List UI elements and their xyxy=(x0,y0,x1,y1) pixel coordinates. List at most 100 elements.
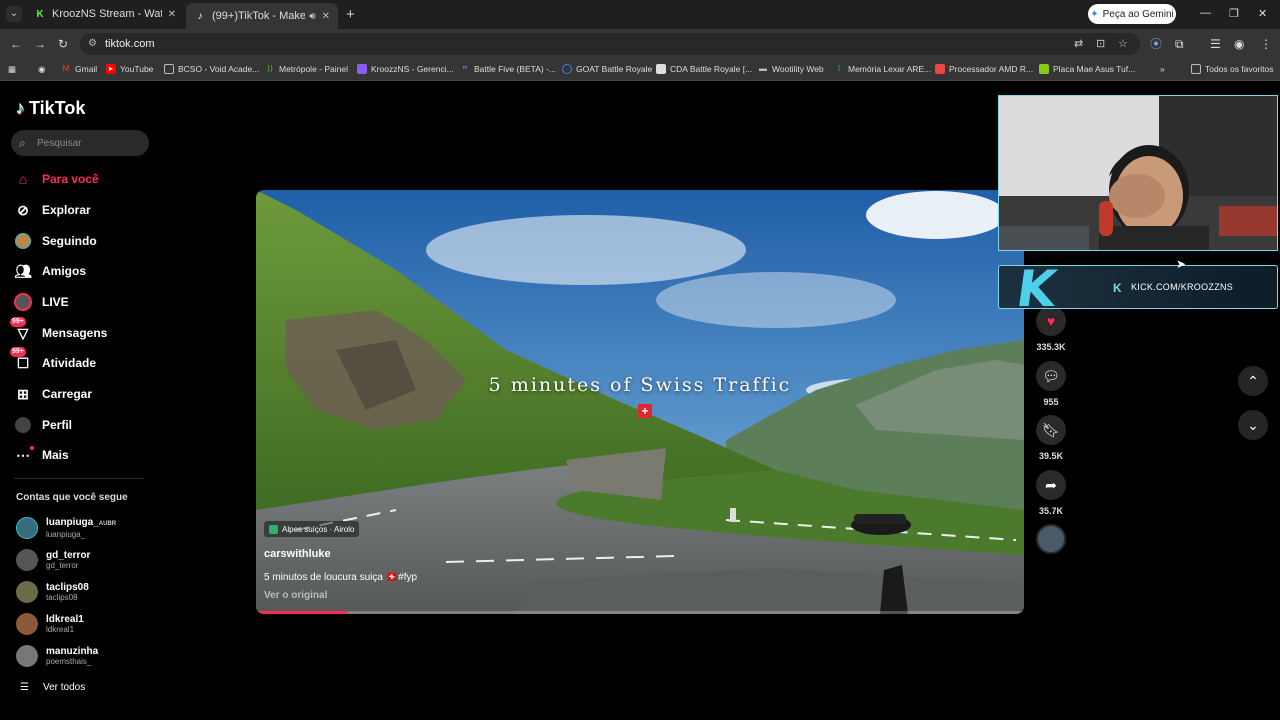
search-input[interactable] xyxy=(37,135,142,151)
bookmark-amd[interactable]: Processador AMD R... xyxy=(935,64,1033,74)
live-icon xyxy=(14,293,32,311)
profile-avatar-icon xyxy=(14,416,32,434)
back-icon[interactable]: ← xyxy=(10,37,22,51)
share-count: 35.7K xyxy=(1038,506,1064,516)
bookmark-battle-five[interactable]: ᵐ Battle Five (BETA) -... xyxy=(460,64,556,74)
video-player[interactable]: 5 minutes of Swiss Traffic + Alpes suíço… xyxy=(256,190,1024,614)
address-bar[interactable]: ⚙ tiktok.com ⇄ ⊡ ☆ xyxy=(80,33,1140,55)
close-icon[interactable]: ✕ xyxy=(168,9,176,20)
see-all-button[interactable]: ☰ Ver todos xyxy=(20,682,85,693)
minimize-icon[interactable]: — xyxy=(1200,7,1211,19)
music-disc-avatar[interactable] xyxy=(1036,524,1066,554)
following-account[interactable]: ldkreal1 ldkreal1 xyxy=(16,610,84,638)
bookmark-lexar[interactable]: ǐ Memória Lexar ARE... xyxy=(834,64,931,74)
bookmark-youtube[interactable]: ▸ YouTube xyxy=(106,64,153,74)
gemini-button[interactable]: ✦ Peça ao Gemini xyxy=(1088,4,1176,24)
following-account[interactable]: gd_terror gd_terror xyxy=(16,546,90,574)
menu-label: Seguindo xyxy=(42,234,97,248)
bookmark-asus[interactable]: Placa Mae Asus Tuf... xyxy=(1039,64,1135,74)
sidebar-item-mensagens[interactable]: ▽ 99+ Mensagens xyxy=(10,317,107,345)
divider xyxy=(14,478,144,479)
install-app-icon[interactable]: ⊡ xyxy=(1096,37,1105,50)
bookmark-wootility[interactable]: ▬ Wootility Web xyxy=(758,64,824,74)
kick-logo-icon: K xyxy=(1012,265,1060,309)
sidebar-item-mais[interactable]: ⋯ Mais xyxy=(14,443,69,467)
tab-search-button[interactable]: ⌄ xyxy=(6,6,22,22)
youtube-icon: ▸ xyxy=(106,64,116,74)
comment-button[interactable]: 💬︎ 955 xyxy=(1036,361,1066,407)
following-avatar-icon xyxy=(14,232,32,250)
sidebar-item-perfil[interactable]: Perfil xyxy=(14,413,72,437)
account-name: luanpiuga_AUBR xyxy=(46,516,117,528)
sidebar-item-seguindo[interactable]: Seguindo xyxy=(14,229,97,253)
extension-audio-icon[interactable]: ⦿ xyxy=(1150,37,1162,51)
forward-icon[interactable]: → xyxy=(34,37,46,51)
browser-menu-icon[interactable]: ⋮ xyxy=(1260,37,1272,51)
tab-kick-stream[interactable]: K KroozNS Stream - Watch Live ✕ xyxy=(26,3,184,25)
bookmark-bcso[interactable]: BCSO - Void Acade... xyxy=(164,64,259,74)
all-favorites[interactable]: Todos os favoritos xyxy=(1191,64,1274,74)
bookmark-cda[interactable]: CDA Battle Royale [... xyxy=(656,64,752,74)
following-account[interactable]: taclips08 taclips08 xyxy=(16,578,89,606)
bookmark-label: BCSO - Void Acade... xyxy=(178,64,260,74)
upload-icon: ⊞ xyxy=(17,385,29,402)
tab-tiktok[interactable]: ♪ (99+)TikTok - Make Your Da 🔊︎ ✕ xyxy=(186,3,338,29)
new-tab-button[interactable]: + xyxy=(346,6,355,23)
following-account[interactable]: luanpiuga_AUBR luanpiuga_ xyxy=(16,514,116,542)
avatar xyxy=(16,517,38,539)
sidebar-item-para-voce[interactable]: ⌂ Para você xyxy=(14,167,99,191)
share-button[interactable]: ➦ 35.7K xyxy=(1036,470,1066,516)
see-original-button[interactable]: Ver o original xyxy=(264,590,327,601)
site-info-icon[interactable]: ⚙ xyxy=(88,38,97,49)
close-icon[interactable]: ✕ xyxy=(322,11,330,22)
sidebar-item-live[interactable]: LIVE xyxy=(14,290,69,314)
following-account[interactable]: manuzinha poemsthais_ xyxy=(16,642,98,670)
tiktok-note-icon: ♪ xyxy=(16,98,25,118)
like-count: 335.3K xyxy=(1036,342,1066,352)
avatar xyxy=(16,581,38,603)
sidebar-item-amigos[interactable]: 👥︎ Amigos xyxy=(14,259,86,283)
extensions-icon[interactable]: ⧉ xyxy=(1175,37,1184,51)
bookmark-star-icon[interactable]: ☆ xyxy=(1118,37,1128,50)
like-button[interactable]: ♥ 335.3K xyxy=(1036,306,1066,352)
battle-five-icon: ᵐ xyxy=(462,64,468,73)
sidebar-item-explorar[interactable]: ⊘ Explorar xyxy=(14,198,91,222)
bookmark-label: Wootility Web xyxy=(772,64,824,74)
url-text: tiktok.com xyxy=(105,38,155,50)
comment-icon: 💬︎ xyxy=(1036,361,1066,391)
chrome-icon[interactable]: ◉ xyxy=(38,64,45,75)
sidebar-item-atividade[interactable]: ☐ 99+ Atividade xyxy=(10,347,96,375)
asus-icon xyxy=(1039,64,1049,74)
account-handle: poemsthais_ xyxy=(46,656,92,666)
chevron-down-icon: ⌄ xyxy=(1247,416,1259,433)
next-video-button[interactable]: ⌄ xyxy=(1238,410,1268,440)
location-tag[interactable]: Alpes suíços · Airolo xyxy=(264,521,360,537)
bookmark-goat[interactable]: GOAT Battle Royale xyxy=(562,64,652,74)
speaker-icon[interactable]: 🔊︎ xyxy=(309,11,315,22)
sidebar-item-carregar[interactable]: ⊞ Carregar xyxy=(14,382,92,406)
bookmark-metropole[interactable]: ⟩⟩ Metrópole - Painel xyxy=(265,64,348,74)
video-frame-scenery xyxy=(256,190,1024,614)
swiss-flag-icon: + xyxy=(638,404,652,418)
more-bookmarks-icon[interactable]: » xyxy=(1160,64,1165,74)
bookmark-gmail[interactable]: M Gmail xyxy=(61,64,98,74)
restore-icon[interactable]: ❐ xyxy=(1229,7,1239,20)
translate-icon[interactable]: ⇄ xyxy=(1074,37,1083,50)
save-button[interactable]: 🔖︎ 39.5K xyxy=(1036,415,1066,461)
previous-video-button[interactable]: ⌃ xyxy=(1238,366,1268,396)
tiktok-logo[interactable]: ♪ TikTok xyxy=(16,98,85,119)
profile-icon[interactable]: ◉ xyxy=(1234,37,1244,51)
video-author[interactable]: carswithluke xyxy=(264,548,331,560)
menu-label: Perfil xyxy=(42,418,73,432)
apps-grid-icon[interactable]: ▦ xyxy=(8,64,16,75)
reload-icon[interactable]: ↻ xyxy=(58,37,68,51)
save-count: 39.5K xyxy=(1038,451,1064,461)
browser-tab-bar: ⌄ K KroozNS Stream - Watch Live ✕ ♪ (99+… xyxy=(0,0,1280,29)
search-box[interactable]: ⌕ xyxy=(11,130,149,156)
video-progress-bar[interactable] xyxy=(256,611,1024,614)
bookmark-kroozzns[interactable]: KroozzNS - Gerenci... xyxy=(357,64,454,74)
avatar xyxy=(16,645,38,667)
close-window-icon[interactable]: ✕ xyxy=(1258,7,1267,20)
reading-list-icon[interactable]: ☰ xyxy=(1210,37,1221,51)
menu-label: Amigos xyxy=(42,264,87,278)
